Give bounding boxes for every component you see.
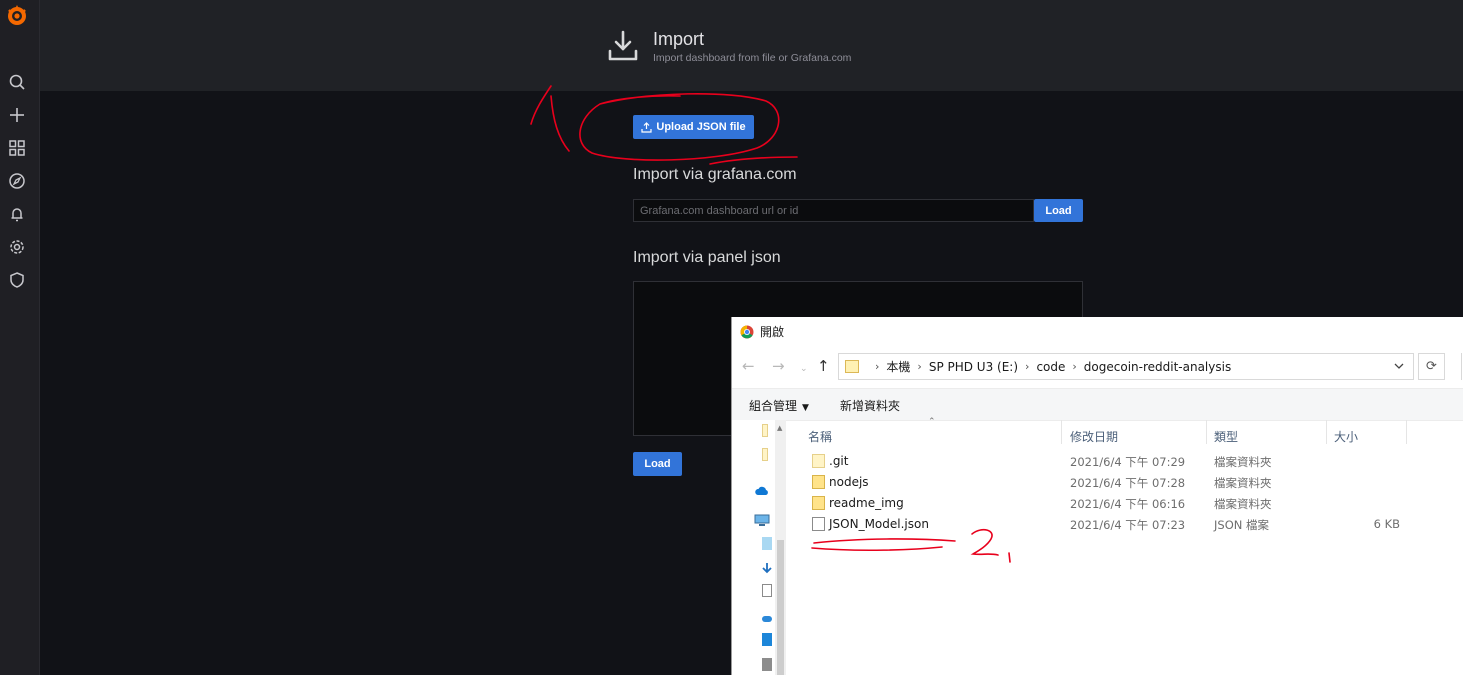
- 3d-objects-icon[interactable]: [762, 537, 772, 550]
- downloads-icon[interactable]: [762, 560, 772, 574]
- nav-pane-scrollbar[interactable]: ▲: [775, 420, 786, 675]
- chevron-right-icon: ›: [875, 360, 880, 373]
- column-divider[interactable]: [1061, 420, 1062, 444]
- page-title: Import: [653, 29, 705, 49]
- column-divider[interactable]: [1406, 420, 1407, 444]
- shield-icon[interactable]: [7, 270, 27, 290]
- back-arrow-icon[interactable]: ←: [742, 358, 755, 374]
- organize-label: 組合管理: [749, 399, 798, 413]
- column-divider[interactable]: [1326, 420, 1327, 444]
- file-date: 2021/6/4 下午 07:28: [1070, 476, 1186, 490]
- breadcrumb-drive[interactable]: SP PHD U3 (E:): [929, 360, 1018, 374]
- folder-icon: [845, 360, 859, 373]
- folder-icon: [812, 496, 825, 510]
- file-row[interactable]: JSON_Model.json 2021/6/4 下午 07:23 JSON 檔…: [808, 514, 1408, 535]
- plus-icon[interactable]: [7, 105, 27, 125]
- bell-icon[interactable]: [7, 204, 27, 224]
- page-header: [40, 0, 1463, 91]
- upload-json-button[interactable]: Upload JSON file: [633, 115, 754, 139]
- pictures-icon[interactable]: [762, 658, 772, 671]
- sort-caret-icon: ⌃: [928, 417, 936, 427]
- file-name: JSON_Model.json: [829, 517, 929, 531]
- dashboards-icon[interactable]: [7, 138, 27, 158]
- chevron-down-icon[interactable]: [1393, 360, 1405, 372]
- page-subtitle: Import dashboard from file or Grafana.co…: [653, 52, 852, 64]
- music-icon[interactable]: [762, 616, 772, 622]
- up-arrow-icon[interactable]: ↑: [817, 358, 830, 374]
- breadcrumb-this-pc[interactable]: 本機: [886, 358, 910, 375]
- dialog-toolbar: 組合管理 ▼ 新增資料夾: [732, 388, 1463, 421]
- column-type[interactable]: 類型: [1214, 428, 1238, 445]
- file-date: 2021/6/4 下午 06:16: [1070, 497, 1186, 511]
- chevron-right-icon: ›: [1025, 360, 1030, 373]
- dialog-title: 開啟: [760, 325, 785, 339]
- chevron-right-icon: ›: [1072, 360, 1077, 373]
- breadcrumb-project[interactable]: dogecoin-reddit-analysis: [1084, 360, 1231, 374]
- upload-json-label: Upload JSON file: [656, 121, 746, 133]
- sidebar: [0, 0, 40, 675]
- file-type: JSON 檔案: [1214, 518, 1270, 532]
- file-name: nodejs: [829, 475, 869, 489]
- column-date-modified[interactable]: 修改日期: [1070, 428, 1118, 445]
- column-name[interactable]: 名稱: [808, 428, 832, 445]
- this-pc-icon[interactable]: [754, 512, 770, 526]
- new-folder-button[interactable]: 新增資料夾: [840, 397, 900, 414]
- upload-icon: [641, 121, 652, 133]
- chrome-icon: [740, 324, 754, 339]
- caret-down-icon: ▼: [802, 403, 809, 413]
- import-via-grafana-title: Import via grafana.com: [633, 166, 797, 183]
- address-bar[interactable]: › 本機 › SP PHD U3 (E:) › code › dogecoin-…: [838, 353, 1414, 380]
- scroll-up-icon[interactable]: ▲: [777, 424, 782, 432]
- chevron-right-icon: ›: [917, 360, 922, 373]
- folder-icon: [812, 454, 825, 468]
- file-type: 檔案資料夾: [1214, 476, 1272, 490]
- file-size: 6 KB: [1373, 517, 1400, 531]
- file-name: readme_img: [829, 496, 904, 510]
- grafana-com-load-button[interactable]: Load: [1034, 199, 1083, 222]
- download-icon: [607, 29, 639, 63]
- panel-json-load-button[interactable]: Load: [633, 452, 682, 476]
- recent-locations-chevron-icon[interactable]: ⌄: [800, 361, 808, 377]
- desktop-icon[interactable]: [762, 633, 772, 646]
- import-via-panel-json-title: Import via panel json: [633, 249, 781, 266]
- file-type: 檔案資料夾: [1214, 497, 1272, 511]
- grafana-logo-icon[interactable]: [5, 4, 29, 28]
- file-row[interactable]: readme_img 2021/6/4 下午 06:16 檔案資料夾: [808, 493, 1408, 514]
- organize-menu[interactable]: 組合管理 ▼: [749, 397, 809, 414]
- file-date: 2021/6/4 下午 07:23: [1070, 518, 1186, 532]
- folder-icon: [812, 475, 825, 489]
- search-icon[interactable]: [7, 72, 27, 92]
- folder-icon[interactable]: [762, 448, 768, 461]
- grafana-com-url-input[interactable]: [633, 199, 1034, 222]
- annotation-underline-1: [709, 156, 798, 165]
- onedrive-icon[interactable]: [754, 482, 770, 495]
- file-name: .git: [829, 454, 849, 468]
- annotation-number-1-stroke: [530, 85, 570, 152]
- folder-icon[interactable]: [762, 424, 768, 437]
- refresh-icon[interactable]: ⟳: [1418, 353, 1445, 380]
- gear-icon[interactable]: [7, 237, 27, 257]
- file-icon: [812, 517, 825, 531]
- file-row[interactable]: .git 2021/6/4 下午 07:29 檔案資料夾: [808, 451, 1408, 472]
- breadcrumb-code[interactable]: code: [1036, 360, 1065, 374]
- file-list: ⌃ 名稱 修改日期 類型 大小 .git 2021/6/4 下午 07:29 檔…: [788, 417, 1463, 675]
- dialog-titlebar: 開啟: [732, 317, 1463, 347]
- file-type: 檔案資料夾: [1214, 455, 1272, 469]
- file-open-dialog: 開啟 ← → ⌄ ↑ › 本機 › SP PHD U3 (E:) › code …: [731, 317, 1463, 675]
- documents-icon[interactable]: [762, 584, 772, 597]
- compass-icon[interactable]: [7, 171, 27, 191]
- file-row[interactable]: nodejs 2021/6/4 下午 07:28 檔案資料夾: [808, 472, 1408, 493]
- column-divider[interactable]: [1206, 420, 1207, 444]
- file-date: 2021/6/4 下午 07:29: [1070, 455, 1186, 469]
- address-row: ← → ⌄ ↑ › 本機 › SP PHD U3 (E:) › code › d…: [732, 350, 1463, 384]
- scrollbar-thumb[interactable]: [777, 540, 784, 675]
- column-size[interactable]: 大小: [1334, 428, 1358, 445]
- forward-arrow-icon[interactable]: →: [772, 358, 785, 374]
